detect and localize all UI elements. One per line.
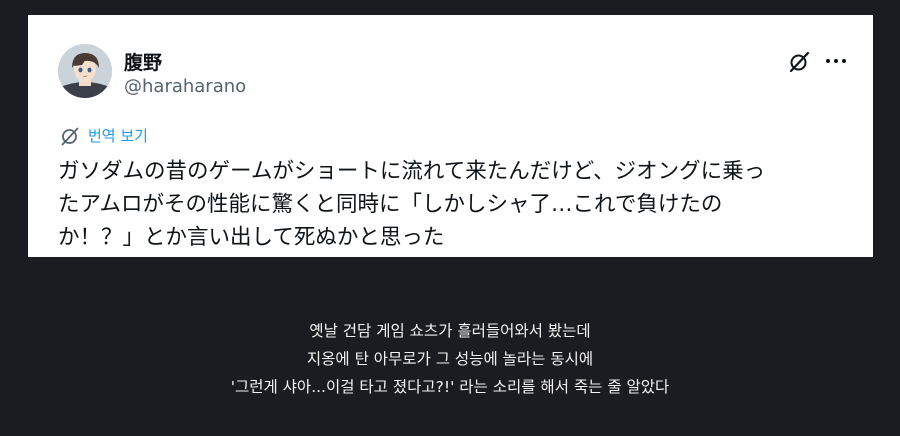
more-options-icon[interactable] bbox=[824, 51, 848, 71]
tweet-card: 腹野 @haraharano 번역 보기 ガソダムの昔のゲームがショートに流れて… bbox=[28, 15, 873, 257]
avatar[interactable] bbox=[58, 44, 112, 98]
grok-icon[interactable] bbox=[788, 51, 810, 73]
author-name[interactable]: 腹野 bbox=[124, 48, 162, 75]
translate-label: 번역 보기 bbox=[88, 127, 148, 145]
tweet-text: ガソダムの昔のゲームがショートに流れて来たんだけど、ジオングに乗っ たアムロがそ… bbox=[58, 159, 766, 250]
author-handle[interactable]: @haraharano bbox=[124, 76, 246, 97]
translate-link[interactable]: 번역 보기 bbox=[60, 125, 148, 146]
translate-globe-icon bbox=[61, 127, 79, 145]
translation-caption: 옛날 건담 게임 쇼츠가 흘러들어와서 봤는데 지옹에 탄 아무로가 그 성능에… bbox=[230, 322, 670, 396]
